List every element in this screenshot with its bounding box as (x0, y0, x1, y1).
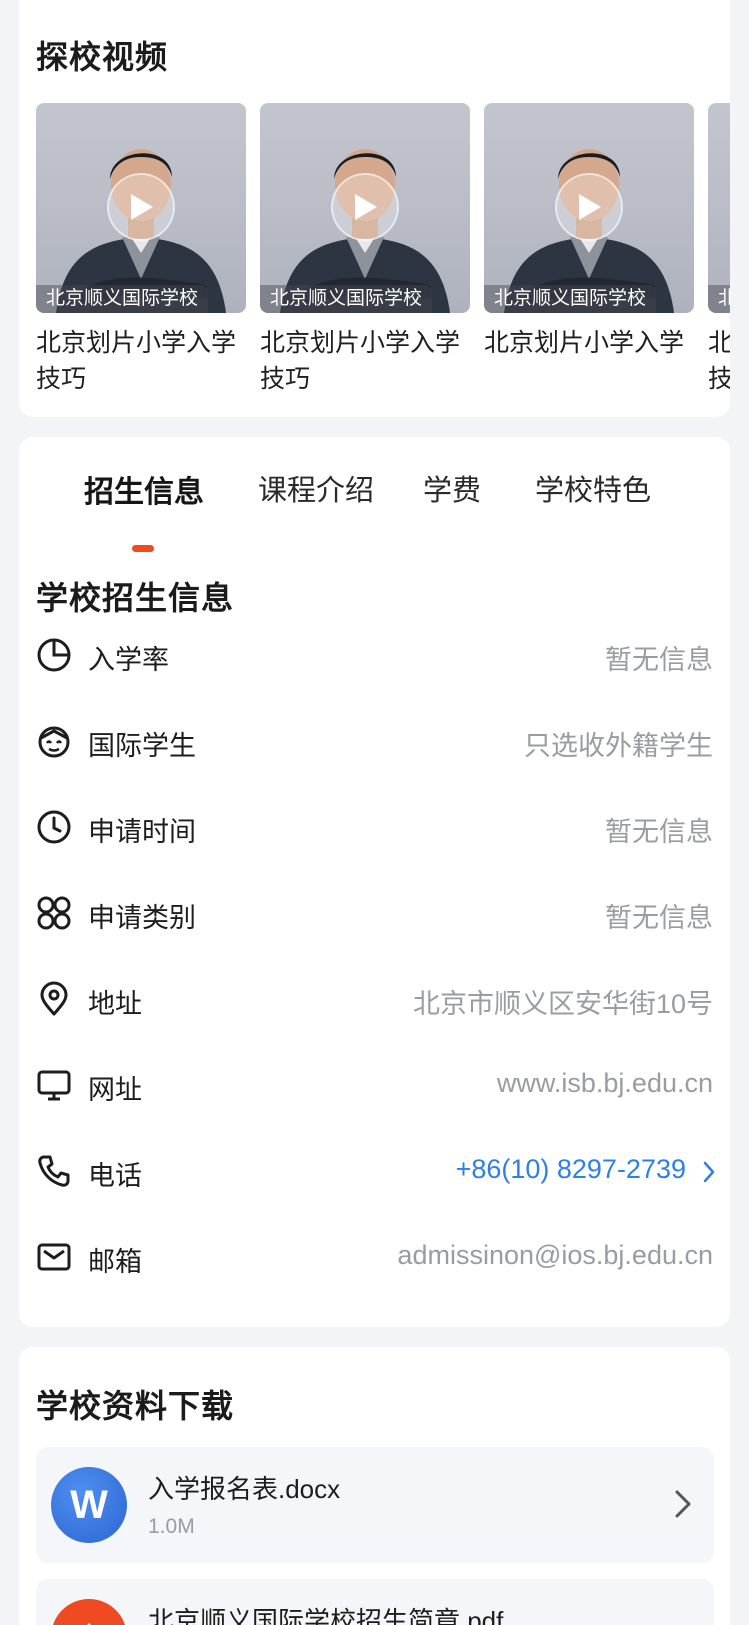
info-value: 暂无信息 (605, 645, 713, 675)
international-student-icon (38, 726, 70, 758)
tab-tuition[interactable]: 学费 (423, 467, 481, 509)
chevron-right-icon[interactable] (674, 1489, 692, 1519)
info-row-application-time: 申请时间 暂无信息 (36, 797, 730, 857)
file-item[interactable]: W 入学报名表.docx 1.0M (36, 1447, 714, 1563)
info-row-enrollment-rate: 入学率 暂无信息 (36, 625, 730, 685)
info-label: 网址 (88, 1075, 142, 1105)
monitor-icon (37, 1070, 71, 1101)
clock-icon (37, 810, 71, 844)
email-value[interactable]: admissinon@ios.bj.edu.cn (397, 1240, 713, 1271)
phone-link[interactable]: +86(10) 8297-2739 (456, 1154, 686, 1185)
info-row-international-students: 国际学生 只选收外籍学生 (36, 711, 730, 771)
admissions-section-title: 学校招生信息 (36, 580, 235, 616)
info-label: 入学率 (88, 645, 169, 675)
video-title[interactable]: 北京划片小学入学技巧 (260, 325, 470, 397)
video-carousel[interactable]: 北京顺义国际学校 北京划片小学入学技巧 北京顺义国际学校 北京划片小学入学技巧 … (36, 103, 730, 403)
video-title[interactable]: 北京划片小学入学技巧 (708, 325, 730, 397)
info-label: 电话 (88, 1161, 142, 1191)
location-pin-icon (40, 981, 68, 1016)
video-thumbnail[interactable]: 北京顺义国际学校 (260, 103, 470, 313)
video-title[interactable]: 北京划片小学入学技巧 (36, 325, 246, 397)
video-thumbnail[interactable]: 北京顺义国际学校 (708, 103, 730, 313)
file-size: 1.0M (148, 1515, 195, 1538)
info-value: 北京市顺义区安华街10号 (412, 989, 713, 1019)
pie-chart-icon (37, 638, 71, 672)
school-downloads-card: 学校资料下载 W 入学报名表.docx 1.0M 北京顺义国际学校招生简章.pd… (19, 1347, 730, 1625)
info-row-address: 地址 北京市顺义区安华街10号 (36, 969, 730, 1029)
video-school-caption: 北京顺义国际学校 (36, 285, 209, 313)
play-button[interactable] (331, 173, 399, 241)
info-label: 邮箱 (88, 1247, 142, 1277)
admissions-info-card: 招生信息 课程介绍 学费 学校特色 学校招生信息 入学率 暂无信息 国际学生 只… (19, 437, 730, 1327)
tab-courses[interactable]: 课程介绍 (258, 467, 374, 509)
info-value: 暂无信息 (605, 903, 713, 933)
downloads-section-title: 学校资料下载 (36, 1388, 235, 1424)
play-button[interactable] (107, 173, 175, 241)
video-item[interactable]: 北京顺义国际学校 北京划片小学入学 (484, 103, 694, 361)
videos-section-title: 探校视频 (36, 39, 169, 75)
play-button[interactable] (555, 173, 623, 241)
info-row-email[interactable]: 邮箱 admissinon@ios.bj.edu.cn (36, 1227, 730, 1287)
word-doc-icon: W (51, 1467, 127, 1543)
video-school-caption: 北京顺义国际学校 (708, 285, 730, 313)
info-value: 只选收外籍学生 (524, 731, 713, 761)
info-row-phone[interactable]: 电话 +86(10) 8297-2739 (36, 1141, 730, 1201)
info-value: 暂无信息 (605, 817, 713, 847)
active-tab-indicator (132, 545, 154, 552)
mail-icon (37, 1243, 71, 1271)
play-icon (355, 194, 377, 220)
video-item[interactable]: 北京顺义国际学校 北京划片小学入学技巧 (260, 103, 470, 397)
info-label: 申请时间 (88, 817, 196, 847)
video-item[interactable]: 北京顺义国际学校 北京划片小学入学技巧 (36, 103, 246, 397)
info-label: 地址 (88, 989, 142, 1019)
video-thumbnail[interactable]: 北京顺义国际学校 (484, 103, 694, 313)
pdf-icon (51, 1599, 127, 1625)
video-title[interactable]: 北京划片小学入学 (484, 325, 694, 361)
website-value[interactable]: www.isb.bj.edu.cn (497, 1068, 713, 1099)
video-thumbnail[interactable]: 北京顺义国际学校 (36, 103, 246, 313)
play-icon (131, 194, 153, 220)
school-videos-card: 探校视频 北京顺义国际学校 北京划片小学入学技巧 北京顺义国际学校 北京划片小学… (19, 0, 730, 417)
video-school-caption: 北京顺义国际学校 (260, 285, 433, 313)
video-school-caption: 北京顺义国际学校 (484, 285, 657, 313)
info-label: 申请类别 (88, 903, 196, 933)
phone-icon (38, 1155, 70, 1187)
tab-school-features[interactable]: 学校特色 (535, 467, 651, 509)
file-name: 北京顺义国际学校招生简章.pdf (148, 1606, 504, 1625)
info-row-website[interactable]: 网址 www.isb.bj.edu.cn (36, 1055, 730, 1115)
tab-bar: 招生信息 课程介绍 学费 学校特色 (19, 467, 730, 552)
tab-admissions[interactable]: 招生信息 (84, 467, 204, 511)
play-icon (579, 194, 601, 220)
info-row-application-category: 申请类别 暂无信息 (36, 883, 730, 943)
file-name: 入学报名表.docx (148, 1474, 341, 1504)
file-item[interactable]: 北京顺义国际学校招生简章.pdf (36, 1579, 714, 1625)
category-icon (37, 896, 71, 930)
video-item[interactable]: 北京顺义国际学校 北京划片小学入学技巧 (708, 103, 730, 397)
file-icon-letter: W (70, 1482, 108, 1527)
chevron-right-icon[interactable] (702, 1161, 716, 1183)
info-label: 国际学生 (88, 731, 196, 761)
